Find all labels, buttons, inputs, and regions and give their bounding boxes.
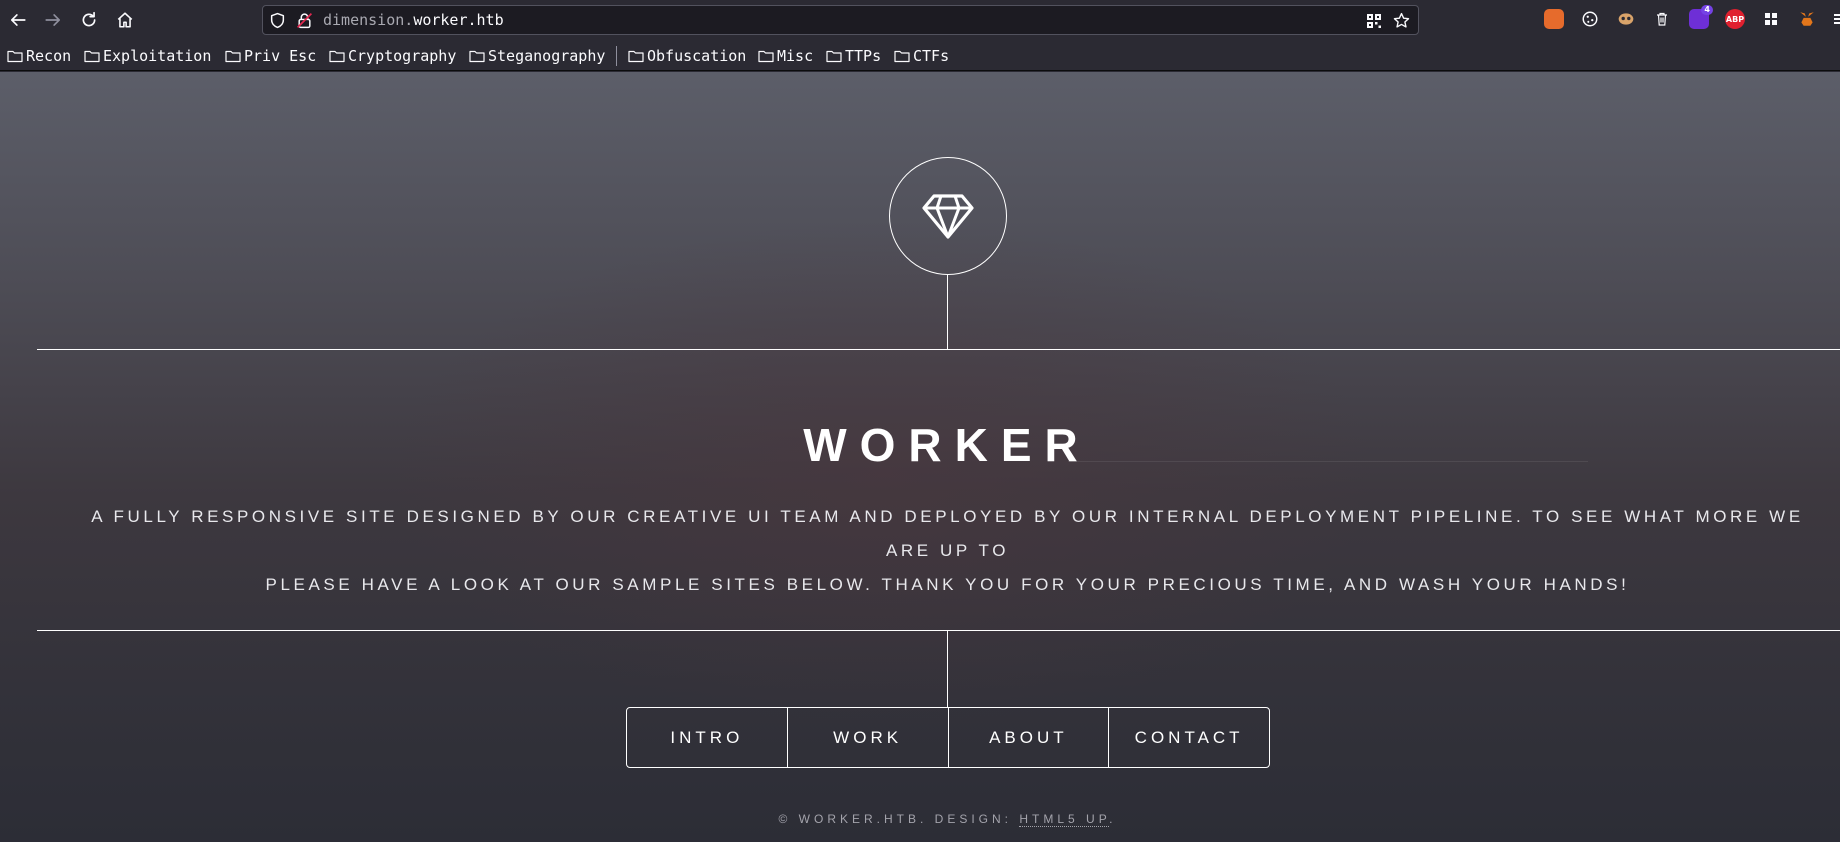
bookmark-label: TTPs [845, 47, 882, 65]
back-button[interactable] [7, 8, 29, 32]
shield-icon[interactable] [269, 12, 286, 29]
adblock-icon[interactable]: ABP [1725, 9, 1745, 29]
bookmark-label: Misc [777, 47, 814, 65]
extension-badge: 4 [1701, 5, 1713, 15]
folder-icon [628, 50, 644, 63]
grid-extension-icon[interactable] [1761, 9, 1781, 29]
bookmark-label: CTFs [913, 47, 950, 65]
nav-intro[interactable]: INTRO [627, 708, 787, 767]
folder-icon [826, 50, 842, 63]
home-icon [117, 12, 133, 28]
url-text[interactable]: dimension.worker.htb [323, 11, 504, 30]
html5up-link[interactable]: HTML5 UP [1019, 812, 1110, 827]
bookmark-separator [616, 46, 617, 66]
cookie-icon[interactable] [1580, 9, 1600, 29]
bookmark-label: Cryptography [348, 47, 457, 65]
folder-icon [758, 50, 774, 63]
connector-line [947, 630, 948, 708]
forward-arrow-icon [45, 14, 61, 26]
trash-icon[interactable] [1652, 9, 1672, 29]
bookmark-star-icon[interactable] [1393, 12, 1410, 29]
bookmark-label: Exploitation [103, 47, 212, 65]
description-line: A FULLY RESPONSIVE SITE DESIGNED BY OUR … [91, 507, 1804, 560]
footer-period: . [1109, 812, 1117, 826]
folder-icon [225, 50, 241, 63]
bookmark-label: Obfuscation [647, 47, 747, 65]
main-nav: INTRO WORK ABOUT CONTACT [626, 707, 1270, 768]
browser-toolbar: dimension.worker.htb 4 ABP [0, 0, 1840, 40]
nav-contact[interactable]: CONTACT [1108, 708, 1269, 767]
back-arrow-icon [10, 14, 26, 26]
forward-button[interactable] [42, 8, 64, 32]
bookmark-folder-exploitation[interactable]: Exploitation [84, 46, 211, 66]
reload-icon [82, 11, 96, 27]
folder-icon [84, 50, 100, 63]
page-title: WORKER [803, 419, 1091, 471]
nav-work[interactable]: WORK [786, 708, 948, 767]
bookmark-folder-ttps[interactable]: TTPs [826, 46, 881, 66]
url-subdomain: dimension. [323, 11, 414, 29]
mask-icon[interactable] [1616, 9, 1636, 29]
metamask-icon[interactable] [1797, 9, 1817, 29]
footer: © WORKER.HTB. DESIGN: HTML5 UP. [0, 812, 1840, 827]
logo [889, 157, 1007, 275]
folder-icon [329, 50, 345, 63]
dice-icon[interactable]: 4 [1689, 5, 1713, 29]
bookmark-label: Priv Esc [244, 47, 317, 65]
connector-line [947, 275, 948, 350]
folder-icon [7, 50, 23, 63]
bookmark-folder-misc[interactable]: Misc [758, 46, 813, 66]
home-button[interactable] [114, 8, 136, 32]
url-host: worker.htb [413, 11, 504, 29]
bookmark-folder-recon[interactable]: Recon [7, 46, 71, 66]
description-line: PLEASE HAVE A LOOK AT OUR SAMPLE SITES B… [265, 575, 1630, 594]
reload-button[interactable] [78, 8, 100, 32]
bookmark-folder-cryptography[interactable]: Cryptography [329, 46, 456, 66]
folder-icon [894, 50, 910, 63]
diamond-icon [922, 194, 974, 239]
bookmark-folder-obfuscation[interactable]: Obfuscation [628, 46, 746, 66]
bookmark-label: Recon [26, 47, 72, 65]
bookmarks-bar: Recon Exploitation Priv Esc Cryptography… [0, 40, 1840, 71]
insecure-lock-icon[interactable] [296, 12, 313, 29]
bookmark-label: Steganography [488, 47, 606, 65]
page-description: A FULLY RESPONSIVE SITE DESIGNED BY OUR … [90, 500, 1805, 602]
divider-line [37, 349, 1840, 350]
bookmark-folder-ctfs[interactable]: CTFs [894, 46, 949, 66]
qr-code-icon[interactable] [1366, 13, 1382, 29]
overflow-menu-icon[interactable] [1832, 9, 1840, 29]
copyright-text: © WORKER.HTB. DESIGN: [778, 812, 1020, 826]
nav-about[interactable]: ABOUT [947, 708, 1109, 767]
divider-line [37, 630, 1840, 631]
page-content: WORKER A FULLY RESPONSIVE SITE DESIGNED … [0, 72, 1840, 842]
folder-icon [469, 50, 485, 63]
url-bar[interactable]: dimension.worker.htb [262, 5, 1419, 35]
bookmark-folder-steganography[interactable]: Steganography [469, 46, 605, 66]
bookmark-folder-priv-esc[interactable]: Priv Esc [225, 46, 316, 66]
fox-extension-icon[interactable] [1544, 9, 1564, 29]
divider-line [1068, 461, 1588, 462]
